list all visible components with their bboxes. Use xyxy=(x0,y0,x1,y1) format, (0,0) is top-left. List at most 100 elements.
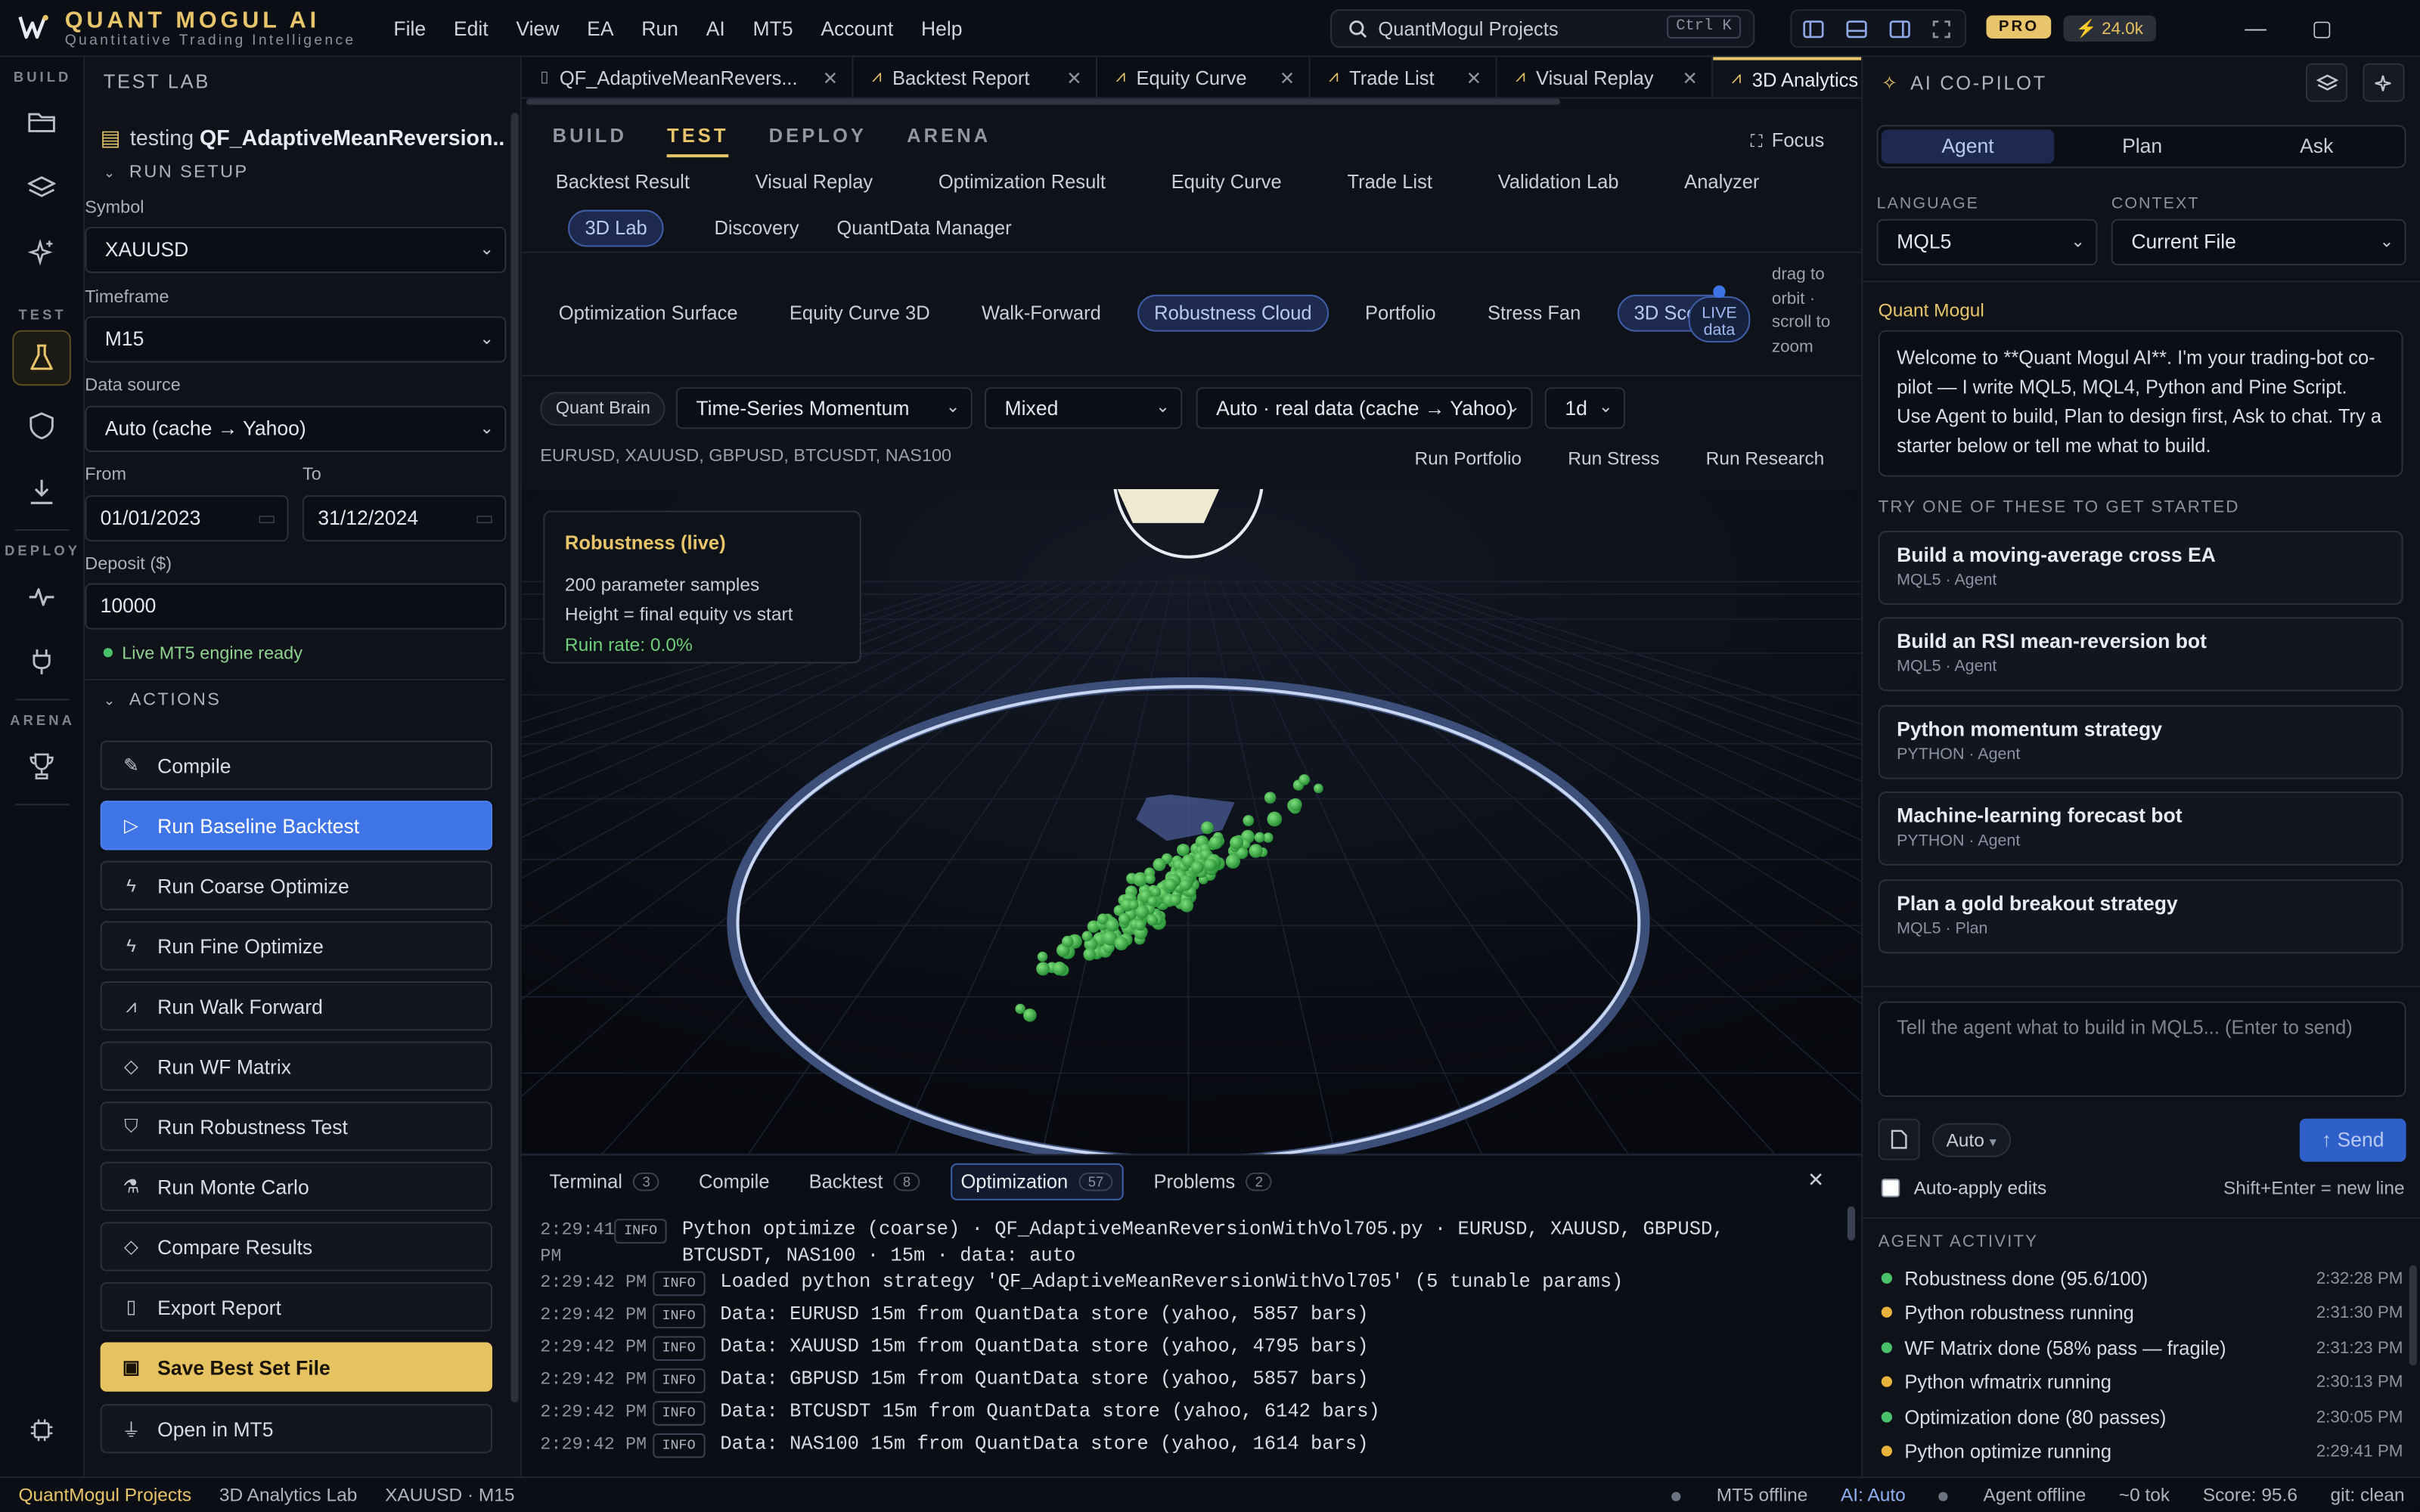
sidebar-scrollbar[interactable] xyxy=(510,112,519,1403)
quant-brain-button[interactable]: Quant Brain xyxy=(540,392,666,426)
mode-build[interactable]: BUILD xyxy=(553,125,627,147)
close-icon[interactable]: ✕ xyxy=(1466,67,1482,89)
menu-help[interactable]: Help xyxy=(908,0,976,57)
run-walk-forward-button[interactable]: ⩘ Run Walk Forward xyxy=(100,981,493,1031)
tab-trade-list[interactable]: ⩘ Trade List ✕ xyxy=(1311,57,1497,98)
layers-icon[interactable] xyxy=(2305,63,2348,102)
live-data-toggle[interactable]: LIVE data xyxy=(1688,285,1751,343)
starter-card[interactable]: Python momentum strategy PYTHON · Agent xyxy=(1878,705,2403,779)
open-in-mt5-button[interactable]: ⏚ Open in MT5 xyxy=(100,1404,493,1454)
compile-button[interactable]: ✎ Compile xyxy=(100,740,493,790)
symbol-select[interactable]: XAUUSD ⌄ xyxy=(85,226,507,274)
mode-plan[interactable]: Plan xyxy=(2055,129,2229,163)
subtab-backtest-result[interactable]: Backtest Result xyxy=(540,165,705,199)
lab-tab-walk-forward[interactable]: Walk-Forward xyxy=(966,296,1117,330)
run-baseline-backtest-button[interactable]: ▷ Run Baseline Backtest xyxy=(100,801,493,850)
compare-results-button[interactable]: ◇ Compare Results xyxy=(100,1222,493,1272)
close-icon[interactable]: ✕ xyxy=(1682,67,1698,89)
language-select[interactable]: MQL5 ⌄ xyxy=(1876,218,2098,266)
starter-card[interactable]: Machine-learning forecast bot PYTHON · Ag… xyxy=(1878,791,2403,866)
auto-apply-checkbox[interactable]: Auto-apply edits xyxy=(1881,1177,2046,1199)
to-date-field[interactable]: 31/12/2024 ▭ xyxy=(302,495,507,542)
tab-backtest-report[interactable]: ⩘ Backtest Report ✕ xyxy=(854,57,1098,98)
run-setup-header[interactable]: ⌄ RUN SETUP xyxy=(104,163,249,181)
data-source-select[interactable]: Auto (cache → Yahoo) ⌄ xyxy=(85,405,507,452)
run-portfolio-button[interactable]: Run Portfolio xyxy=(1414,448,1522,469)
tab-3d-analytics[interactable]: ⩘ 3D Analytics xyxy=(1713,57,1862,98)
flask-icon[interactable] xyxy=(12,330,71,386)
toggle-right-panel-icon[interactable] xyxy=(1889,20,1911,38)
lab-tab-robustness-cloud[interactable]: Robustness Cloud xyxy=(1137,294,1329,332)
focus-button[interactable]: ⛶ Focus xyxy=(1751,129,1824,153)
checkbox[interactable] xyxy=(1881,1179,1900,1198)
mode-select[interactable]: Mixed ⌄ xyxy=(985,387,1183,429)
console-tab-optimization[interactable]: Optimization 57 xyxy=(950,1163,1124,1201)
timeframe-select[interactable]: M15 ⌄ xyxy=(85,316,507,363)
attach-file-icon[interactable] xyxy=(1878,1118,1920,1160)
run-research-button[interactable]: Run Research xyxy=(1706,448,1825,469)
subtab-3d-lab[interactable]: 3D Lab xyxy=(568,209,665,247)
subtab-visual-replay[interactable]: Visual Replay xyxy=(740,165,888,199)
status-project[interactable]: QuantMogul Projects xyxy=(18,1484,191,1506)
mode-ask[interactable]: Ask xyxy=(2230,129,2403,163)
download-icon[interactable] xyxy=(12,464,71,519)
run-coarse-optimize-button[interactable]: ϟ Run Coarse Optimize xyxy=(100,860,493,911)
tab-strategy-file[interactable]: ▯ QF_AdaptiveMeanRevers... ✕ xyxy=(522,57,854,98)
lab-tab-stress-fan[interactable]: Stress Fan xyxy=(1472,296,1596,330)
deposit-field[interactable]: 10000 xyxy=(85,583,507,630)
search-input[interactable]: QuantMogul Projects Ctrl K xyxy=(1330,9,1755,48)
strategy-select[interactable]: Time-Series Momentum ⌄ xyxy=(675,387,973,429)
mode-agent[interactable]: Agent xyxy=(1881,129,2055,164)
credits-badge[interactable]: ⚡ 24.0k xyxy=(2063,15,2156,42)
mode-deploy[interactable]: DEPLOY xyxy=(769,125,867,147)
settings-chip-icon[interactable] xyxy=(12,1402,71,1458)
close-icon[interactable]: ✕ xyxy=(823,67,839,89)
close-icon[interactable]: ✕ xyxy=(1807,1168,1824,1193)
console-tab-terminal[interactable]: Terminal 3 xyxy=(540,1163,669,1201)
lab-tab-portfolio[interactable]: Portfolio xyxy=(1350,296,1451,330)
console-tab-backtest[interactable]: Backtest 8 xyxy=(799,1163,929,1201)
run-wf-matrix-button[interactable]: ◇ Run WF Matrix xyxy=(100,1041,493,1091)
send-button[interactable]: ↑ Send xyxy=(2299,1118,2406,1162)
subtab-quantdata-manager[interactable]: QuantData Manager xyxy=(821,212,1027,246)
status-mt5[interactable]: MT5 offline xyxy=(1671,1484,1808,1506)
status-agent[interactable]: Agent offline xyxy=(1938,1484,2086,1506)
subtab-analyzer[interactable]: Analyzer xyxy=(1669,165,1775,199)
menu-run[interactable]: Run xyxy=(628,0,692,57)
subtab-validation-lab[interactable]: Validation Lab xyxy=(1482,165,1634,199)
run-stress-button[interactable]: Run Stress xyxy=(1568,448,1659,469)
starter-card[interactable]: Plan a gold breakout strategy MQL5 · Plan xyxy=(1878,879,2403,954)
context-select[interactable]: Current File ⌄ xyxy=(2111,218,2406,266)
tab-equity-curve[interactable]: ⩘ Equity Curve ✕ xyxy=(1097,57,1311,98)
run-robustness-test-button[interactable]: ⛉ Run Robustness Test xyxy=(100,1101,493,1151)
shield-icon[interactable] xyxy=(12,398,71,454)
run-fine-optimize-button[interactable]: ϟ Run Fine Optimize xyxy=(100,921,493,971)
interval-select[interactable]: 1d ⌄ xyxy=(1544,387,1625,429)
subtab-optimization-result[interactable]: Optimization Result xyxy=(923,165,1121,199)
console-scrollbar[interactable] xyxy=(1847,1206,1856,1241)
menu-ea[interactable]: EA xyxy=(573,0,628,57)
lab-tab-equity-curve-3d[interactable]: Equity Curve 3D xyxy=(774,296,945,330)
plug-icon[interactable] xyxy=(12,634,71,689)
actions-header[interactable]: ⌄ ACTIONS xyxy=(104,691,222,709)
menu-file[interactable]: File xyxy=(380,0,439,57)
robustness-3d-viewport[interactable]: Robustness (live) 200 parameter samples … xyxy=(521,488,1862,1154)
menu-ai[interactable]: AI xyxy=(692,0,739,57)
lab-tab-optimization-surface[interactable]: Optimization Surface xyxy=(543,296,753,330)
close-icon[interactable]: ✕ xyxy=(1280,67,1295,89)
sparkle-icon[interactable] xyxy=(2363,63,2405,102)
menu-edit[interactable]: Edit xyxy=(440,0,502,57)
mode-arena[interactable]: ARENA xyxy=(907,125,991,147)
from-date-field[interactable]: 01/01/2023 ▭ xyxy=(85,495,289,542)
save-best-set-file-button[interactable]: ▣ Save Best Set File xyxy=(100,1342,493,1392)
sparkle-icon[interactable] xyxy=(12,225,71,280)
starter-card[interactable]: Build an RSI mean-reversion bot MQL5 · Ag… xyxy=(1878,617,2403,692)
console-tab-problems[interactable]: Problems 2 xyxy=(1144,1163,1281,1201)
copilot-scrollbar[interactable] xyxy=(2409,1265,2417,1366)
starter-card[interactable]: Build a moving-average cross EA MQL5 · Ag… xyxy=(1878,531,2403,605)
research-source-select[interactable]: Auto · real data (cache → Yahoo) ⌄ xyxy=(1196,387,1533,429)
maximize-icon[interactable]: ▢ xyxy=(2289,0,2356,57)
subtab-discovery[interactable]: Discovery xyxy=(699,212,814,246)
close-icon[interactable]: ✕ xyxy=(1066,67,1082,89)
subtab-trade-list[interactable]: Trade List xyxy=(1332,165,1447,199)
